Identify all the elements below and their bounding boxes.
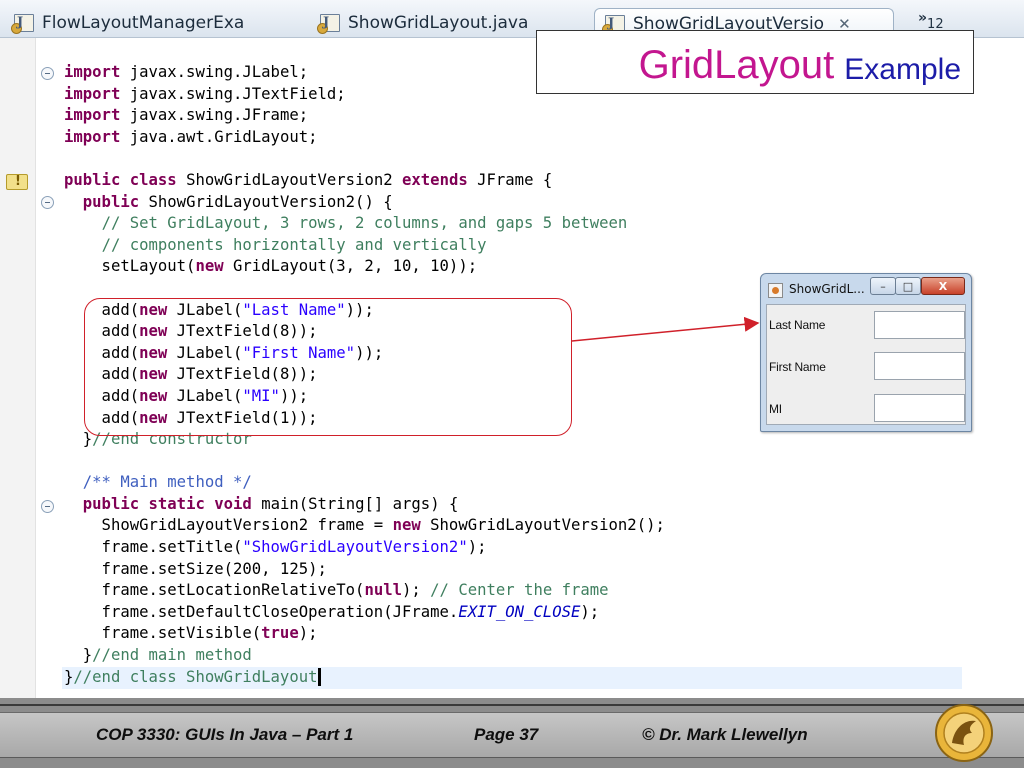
- close-button[interactable]: X: [921, 277, 965, 295]
- double-chevron-icon: »: [918, 10, 928, 26]
- ucf-pegasus-logo-icon: [935, 704, 993, 762]
- maximize-button[interactable]: □: [895, 277, 921, 295]
- mi-label: MI: [769, 402, 782, 416]
- code-line: // Set GridLayout, 3 rows, 2 columns, an…: [101, 214, 628, 233]
- code-line: public static void main(String[] args) {: [82, 494, 459, 513]
- fold-toggle-icon[interactable]: [41, 67, 54, 80]
- minimize-button[interactable]: –: [870, 277, 896, 295]
- code-line: ShowGridLayoutVersion2 frame = new ShowG…: [64, 516, 665, 535]
- window-content: Last Name First Name MI: [766, 304, 966, 425]
- code-line: frame.setVisible(true);: [64, 624, 318, 643]
- footer-course: COP 3330: GUIs In Java – Part 1: [96, 725, 354, 744]
- mi-field[interactable]: [874, 394, 965, 422]
- code-line: /** Main method */: [82, 473, 252, 492]
- text-caret: [317, 668, 321, 687]
- code-line: }//end main method: [64, 646, 252, 665]
- fold-toggle-icon[interactable]: [41, 196, 54, 209]
- tab-label: FlowLayoutManagerExa: [42, 13, 245, 33]
- showgridlayout-window[interactable]: ShowGridL... – □ X Last Name First Name …: [760, 273, 972, 432]
- code-line: public class ShowGridLayoutVersion2 exte…: [64, 170, 553, 189]
- slide-title-box: GridLayout Example: [536, 30, 974, 94]
- code-line: frame.setSize(200, 125);: [64, 559, 327, 578]
- code-line: frame.setDefaultCloseOperation(JFrame.EX…: [64, 602, 600, 621]
- slide-subtitle: Example: [844, 53, 961, 86]
- first-name-field[interactable]: [874, 352, 965, 380]
- code-line: public ShowGridLayoutVersion2() {: [82, 192, 393, 211]
- window-titlebar[interactable]: ShowGridL... – □ X: [761, 274, 971, 304]
- warning-marker-icon[interactable]: [6, 174, 28, 190]
- code-line: import java.awt.GridLayout;: [64, 127, 318, 146]
- last-name-field[interactable]: [874, 311, 965, 339]
- tab-overflow-button[interactable]: »12: [918, 10, 944, 32]
- footer-author: © Dr. Mark Llewellyn: [642, 725, 808, 744]
- slide-title: GridLayout: [638, 43, 835, 87]
- footer-page: Page 37: [474, 725, 539, 744]
- code-line: }//end class ShowGridLayout: [64, 667, 1004, 689]
- tab-flowlayoutmanagerexa[interactable]: FlowLayoutManagerExa: [4, 8, 304, 38]
- last-name-label: Last Name: [769, 318, 826, 332]
- footer-divider: [0, 704, 1024, 706]
- code-line: // components horizontally and verticall…: [101, 235, 487, 254]
- code-line: import javax.swing.JFrame;: [64, 106, 309, 125]
- java-file-icon: [11, 14, 34, 34]
- first-name-label: First Name: [769, 360, 826, 374]
- code-line: frame.setTitle("ShowGridLayoutVersion2")…: [64, 538, 487, 557]
- fold-toggle-icon[interactable]: [41, 500, 54, 513]
- code-line: frame.setLocationRelativeTo(null); // Ce…: [64, 581, 609, 600]
- java-cup-icon: [768, 283, 783, 298]
- add-calls-highlight-box: [84, 298, 572, 436]
- tab-label: ShowGridLayout.java: [348, 13, 529, 33]
- java-file-icon: [317, 14, 340, 34]
- editor-gutter: [0, 38, 36, 698]
- window-title: ShowGridL...: [789, 282, 865, 296]
